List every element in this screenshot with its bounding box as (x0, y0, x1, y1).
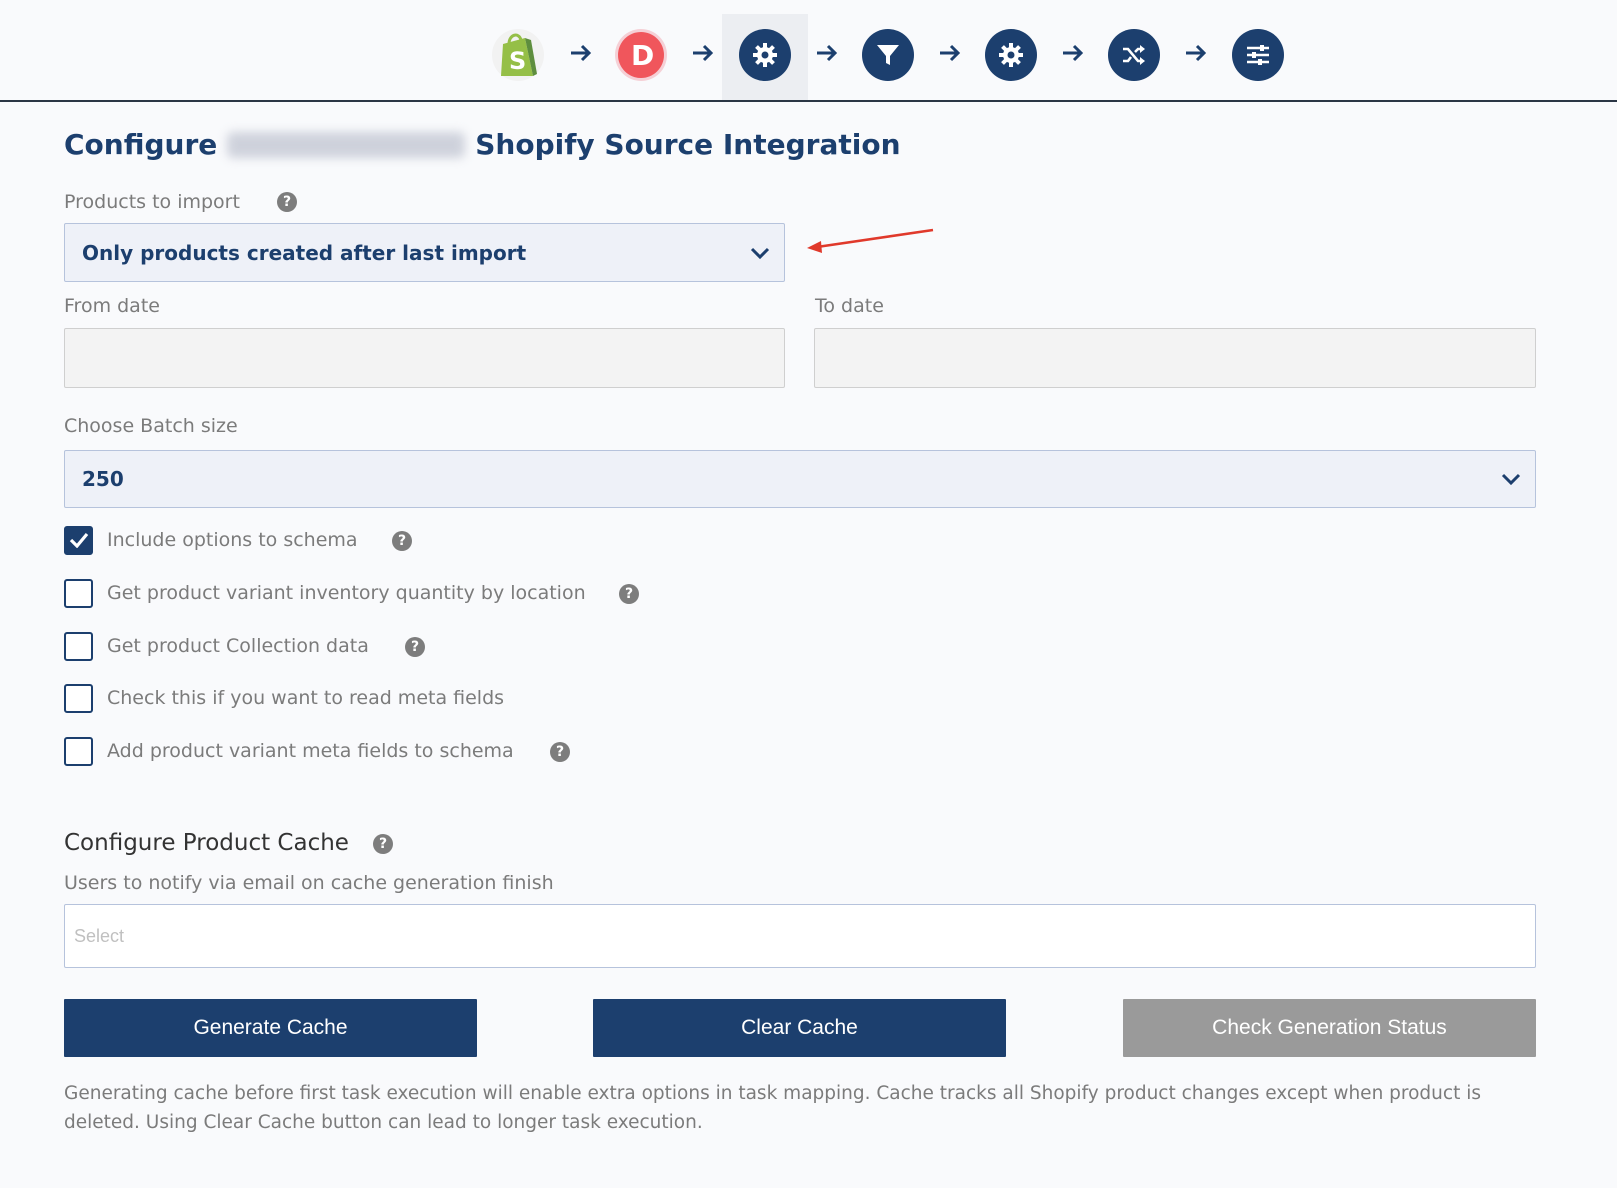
cache-footnote: Generating cache before first task execu… (64, 1083, 1481, 1133)
step-configure[interactable] (739, 29, 791, 81)
page-title: Configure Shopify Source Integration (64, 128, 901, 161)
arrow-right-icon (693, 44, 714, 62)
check-generation-status-button[interactable]: Check Generation Status (1123, 999, 1536, 1057)
redacted-store-name (227, 131, 466, 158)
help-icon[interactable]: ? (373, 834, 393, 854)
annotation-arrow (807, 228, 934, 253)
sliders-icon (1247, 45, 1269, 65)
arrow-right-icon (1063, 44, 1084, 62)
shopify-logo-icon: S (501, 33, 537, 76)
include-options-label: Include options to schema (107, 529, 358, 551)
inventory-by-location-row[interactable]: Get product variant inventory quantity b… (64, 578, 586, 608)
notify-users-label: Users to notify via email on cache gener… (64, 872, 554, 894)
step-options[interactable] (1232, 29, 1284, 81)
variant-meta-fields-row[interactable]: Add product variant meta fields to schem… (64, 736, 514, 766)
arrow-right-icon (817, 44, 838, 62)
arrow-right-icon (1186, 44, 1207, 62)
meta-fields-label: Check this if you want to read meta fiel… (107, 687, 505, 709)
notify-users-select[interactable]: Select (64, 904, 1536, 968)
meta-fields-row[interactable]: Check this if you want to read meta fiel… (64, 683, 504, 713)
chevron-down-icon (1501, 473, 1521, 486)
help-icon[interactable]: ? (405, 637, 425, 657)
include-options-row[interactable]: Include options to schema (64, 525, 358, 555)
include-options-checkbox[interactable] (64, 525, 93, 555)
help-icon[interactable]: ? (619, 584, 639, 604)
clear-cache-button[interactable]: Clear Cache (593, 999, 1006, 1057)
filter-icon (877, 45, 899, 65)
d-letter-logo-icon: D (618, 32, 664, 78)
cache-section-title: Configure Product Cache (64, 830, 349, 856)
to-date-label: To date (815, 295, 884, 317)
products-to-import-select[interactable]: Only products created after last import (64, 223, 785, 282)
step-mapping[interactable] (1108, 29, 1160, 81)
batch-size-label: Choose Batch size (64, 415, 238, 437)
variant-meta-fields-label: Add product variant meta fields to schem… (107, 740, 514, 762)
gear-icon (999, 43, 1023, 67)
step-shopify-source[interactable]: S (492, 29, 544, 81)
collection-data-row[interactable]: Get product Collection data (64, 631, 369, 661)
step-destination[interactable]: D (615, 29, 667, 81)
products-to-import-label: Products to import (64, 191, 240, 213)
inventory-by-location-label: Get product variant inventory quantity b… (107, 582, 586, 604)
arrow-right-icon (571, 44, 592, 62)
inventory-by-location-checkbox[interactable] (64, 578, 93, 608)
svg-text:S: S (509, 47, 526, 75)
pipeline-header: S D (0, 0, 1617, 102)
batch-size-value: 250 (82, 467, 124, 491)
help-icon[interactable]: ? (392, 531, 412, 551)
gear-icon (753, 43, 777, 67)
variant-meta-fields-checkbox[interactable] (64, 736, 93, 766)
svg-text:D: D (631, 39, 654, 72)
collection-data-checkbox[interactable] (64, 631, 93, 661)
products-to-import-value: Only products created after last import (82, 240, 527, 265)
help-icon[interactable]: ? (277, 192, 297, 212)
from-date-label: From date (64, 295, 160, 317)
generate-cache-button[interactable]: Generate Cache (64, 999, 477, 1057)
page-title-prefix: Configure (64, 128, 218, 161)
batch-size-select[interactable]: 250 (64, 450, 1536, 508)
checkmark-icon (69, 532, 88, 548)
step-filter[interactable] (862, 29, 914, 81)
chevron-down-icon (750, 247, 770, 259)
collection-data-label: Get product Collection data (107, 635, 369, 657)
shuffle-icon (1123, 45, 1145, 65)
to-date-input[interactable] (814, 328, 1536, 388)
arrow-right-icon (940, 44, 961, 62)
help-icon[interactable]: ? (550, 742, 570, 762)
page-title-suffix: Shopify Source Integration (475, 128, 901, 161)
from-date-input[interactable] (64, 328, 785, 388)
meta-fields-checkbox[interactable] (64, 683, 93, 713)
step-settings[interactable] (985, 29, 1037, 81)
